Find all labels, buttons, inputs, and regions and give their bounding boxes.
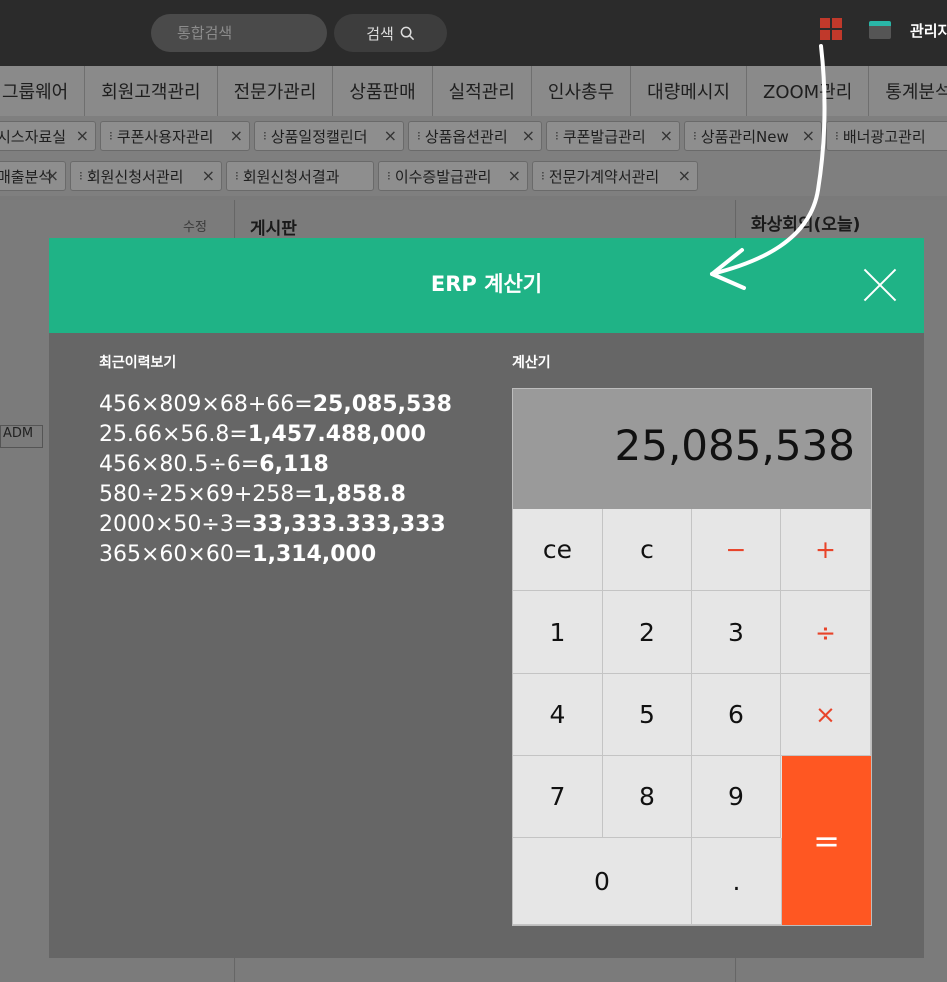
- close-tab-icon[interactable]: ×: [202, 166, 215, 185]
- calculator-heading: 계산기: [512, 355, 551, 371]
- key-3[interactable]: 3: [692, 591, 781, 674]
- key-minus[interactable]: −: [692, 509, 781, 591]
- history-item[interactable]: 2000×50÷3=33,333.333,333: [99, 510, 499, 540]
- close-tab-icon[interactable]: ×: [384, 126, 397, 145]
- key-clear[interactable]: c: [603, 509, 692, 591]
- tab-item[interactable]: 시스자료실 ×: [0, 121, 96, 151]
- monitor-icon[interactable]: [869, 21, 891, 39]
- drag-handle-icon[interactable]: ⁝: [387, 169, 391, 183]
- history-list: 456×809×68+66=25,085,538 25.66×56.8=1,45…: [99, 390, 499, 570]
- edit-link[interactable]: 수정: [183, 216, 207, 235]
- admin-link[interactable]: 관리자: [910, 20, 947, 41]
- key-equals[interactable]: =: [782, 756, 871, 925]
- nav-zoom[interactable]: ZOOM관리: [747, 66, 870, 116]
- history-item[interactable]: 365×60×60=1,314,000: [99, 540, 499, 570]
- close-tab-icon[interactable]: ×: [46, 166, 59, 185]
- key-multiply[interactable]: ×: [781, 674, 871, 756]
- close-icon[interactable]: [863, 268, 897, 302]
- close-tab-icon[interactable]: ×: [660, 126, 673, 145]
- search-icon: [400, 26, 414, 40]
- tab-item[interactable]: ⁝ 상품옵션관리 ×: [408, 121, 542, 151]
- key-4[interactable]: 4: [513, 674, 603, 756]
- board-title: 게시판: [250, 219, 297, 239]
- drag-handle-icon[interactable]: ⁝: [263, 129, 267, 143]
- key-7[interactable]: 7: [513, 756, 603, 838]
- calculator-modal: ERP 계산기 최근이력보기 456×809×68+66=25,085,538 …: [49, 238, 924, 958]
- key-2[interactable]: 2: [603, 591, 692, 674]
- history-item[interactable]: 456×80.5÷6=6,118: [99, 450, 499, 480]
- drag-handle-icon[interactable]: ⁝: [693, 129, 697, 143]
- close-tab-icon[interactable]: ×: [802, 126, 815, 145]
- close-tab-icon[interactable]: ×: [508, 166, 521, 185]
- close-tab-icon[interactable]: ×: [76, 126, 89, 145]
- drag-handle-icon[interactable]: ⁝: [235, 169, 239, 183]
- tab-item[interactable]: ⁝ 회원신청서결과: [226, 161, 374, 191]
- history-item[interactable]: 580÷25×69+258=1,858.8: [99, 480, 499, 510]
- history-item[interactable]: 25.66×56.8=1,457.488,000: [99, 420, 499, 450]
- nav-product-sales[interactable]: 상품판매: [333, 66, 433, 116]
- modal-header: ERP 계산기: [49, 238, 924, 333]
- nav-member-customers[interactable]: 회원고객관리: [85, 66, 218, 116]
- calculator-display: 25,085,538: [513, 389, 871, 509]
- key-plus[interactable]: +: [781, 509, 871, 591]
- drag-handle-icon[interactable]: ⁝: [541, 169, 545, 183]
- drag-handle-icon[interactable]: ⁝: [835, 129, 839, 143]
- close-tab-icon[interactable]: ×: [230, 126, 243, 145]
- key-clear-entry[interactable]: ce: [513, 509, 603, 591]
- search-button-label: 검색: [366, 25, 394, 43]
- nav-performance[interactable]: 실적관리: [433, 66, 532, 116]
- global-search-input[interactable]: [151, 14, 327, 52]
- key-5[interactable]: 5: [603, 674, 692, 756]
- nav-hr-admin[interactable]: 인사총무: [532, 66, 632, 116]
- tab-item[interactable]: ⁝ 쿠폰발급관리 ×: [546, 121, 680, 151]
- tab-item[interactable]: 매출분석 ×: [0, 161, 66, 191]
- tab-item[interactable]: ⁝ 쿠폰사용자관리 ×: [100, 121, 250, 151]
- search-button[interactable]: 검색: [334, 14, 447, 52]
- tab-item[interactable]: ⁝ 배너광고관리: [826, 121, 947, 151]
- nav-statistics[interactable]: 통계분석: [869, 66, 947, 116]
- key-8[interactable]: 8: [603, 756, 692, 838]
- drag-handle-icon[interactable]: ⁝: [79, 169, 83, 183]
- key-0[interactable]: 0: [513, 838, 692, 925]
- key-9[interactable]: 9: [692, 756, 781, 838]
- tab-item[interactable]: ⁝ 상품일정캘린더 ×: [254, 121, 404, 151]
- key-6[interactable]: 6: [692, 674, 781, 756]
- key-divide[interactable]: ÷: [781, 591, 871, 674]
- key-decimal[interactable]: .: [692, 838, 782, 925]
- tab-item[interactable]: ⁝ 전문가계약서관리 ×: [532, 161, 698, 191]
- nav-groupware[interactable]: 그룹웨어: [0, 66, 86, 116]
- meeting-title: 화상회의(오늘): [751, 215, 861, 235]
- history-heading: 최근이력보기: [99, 355, 177, 371]
- nav-experts[interactable]: 전문가관리: [218, 66, 334, 116]
- role-badge: ADM: [0, 425, 43, 448]
- key-1[interactable]: 1: [513, 591, 603, 674]
- drag-handle-icon[interactable]: ⁝: [109, 129, 113, 143]
- close-tab-icon[interactable]: ×: [522, 126, 535, 145]
- tab-item[interactable]: ⁝ 상품관리New ×: [684, 121, 822, 151]
- top-bar: 검색 관리자: [0, 0, 947, 66]
- drag-handle-icon[interactable]: ⁝: [417, 129, 421, 143]
- apps-grid-icon[interactable]: [820, 18, 842, 40]
- nav-bulk-message[interactable]: 대량메시지: [631, 66, 747, 116]
- tab-item[interactable]: ⁝ 회원신청서관리 ×: [70, 161, 222, 191]
- history-item[interactable]: 456×809×68+66=25,085,538: [99, 390, 499, 420]
- drag-handle-icon[interactable]: ⁝: [555, 129, 559, 143]
- tab-item[interactable]: ⁝ 이수증발급관리 ×: [378, 161, 528, 191]
- open-tabs-row-2: 매출분석 × ⁝ 회원신청서관리 × ⁝ 회원신청서결과 ⁝ 이수증발급관리 × ⁝ 전문가계…: [0, 156, 947, 196]
- close-tab-icon[interactable]: ×: [678, 166, 691, 185]
- open-tabs-row-1: 시스자료실 × ⁝ 쿠폰사용자관리 × ⁝ 상품일정캘린더 × ⁝ 상품옵션관리 × ⁝ 쿠폰발…: [0, 116, 947, 156]
- calculator: 25,085,538 ce c − + 1 2 3 ÷ 4 5 6 × 7 8 …: [512, 388, 872, 926]
- main-nav: 그룹웨어 회원고객관리 전문가관리 상품판매 실적관리 인사총무 대량메시지 Z…: [0, 66, 947, 116]
- modal-title: ERP 계산기: [430, 272, 543, 296]
